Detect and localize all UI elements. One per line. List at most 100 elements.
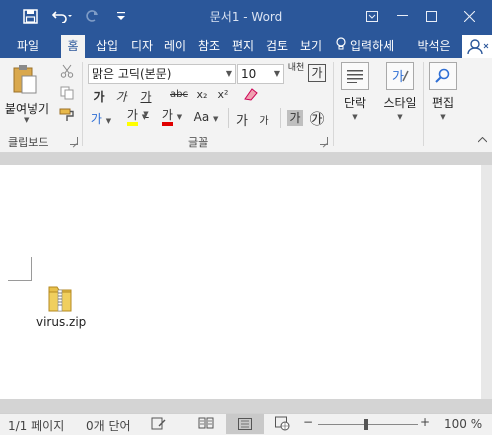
font-name-value: 맑은 고딕(본문)	[92, 67, 172, 81]
word-count[interactable]: 0개 단어	[86, 417, 131, 434]
paragraph-icon	[341, 62, 369, 90]
char-border-text: 가	[311, 66, 323, 80]
minimize-button[interactable]	[388, 4, 416, 28]
tab-review[interactable]: 검토	[262, 35, 292, 58]
zoom-slider-thumb[interactable]	[364, 419, 368, 430]
vertical-scrollbar[interactable]	[481, 165, 492, 399]
grow-font-text: 가	[236, 114, 248, 129]
clipboard-group-label: 클립보드	[8, 136, 49, 149]
clipboard-launcher-icon[interactable]	[70, 137, 78, 145]
print-layout-icon[interactable]	[226, 414, 264, 434]
file-name-label: virus.zip	[36, 315, 87, 329]
tab-view[interactable]: 보기	[296, 35, 326, 58]
tell-me-text: 입력하세	[350, 39, 395, 53]
clear-format-icon[interactable]	[242, 87, 260, 104]
italic-text: 가	[115, 90, 127, 104]
chevron-down-icon: ▼	[352, 113, 358, 121]
subscript-text: x₂	[196, 88, 208, 101]
tab-mailings[interactable]: 편지	[228, 35, 258, 58]
bold-button[interactable]: 가	[92, 88, 106, 105]
ribbon-tab-bar: 파일 홈 삽입 디자 레이 참조 편지 검토 보기 입력하세 박석은	[0, 32, 492, 58]
font-name-combo[interactable]: 맑은 고딕(본문) ▼	[88, 64, 236, 84]
cut-icon[interactable]	[58, 64, 76, 81]
maximize-button[interactable]	[417, 4, 445, 28]
enclose-char-text: ㉮	[309, 110, 325, 128]
find-icon	[429, 62, 457, 90]
font-launcher-icon[interactable]	[320, 137, 328, 145]
title-bar: 문서1 - Word	[0, 0, 492, 32]
paragraph-button[interactable]: 단락 ▼	[338, 62, 372, 121]
font-color-button[interactable]: 가 ▼	[158, 108, 186, 126]
tab-design[interactable]: 디자	[127, 35, 157, 58]
tell-me-box[interactable]: 입력하세	[336, 35, 406, 58]
highlight-text: 가	[126, 108, 138, 126]
ribbon-display-icon[interactable]	[358, 4, 386, 28]
char-border-button[interactable]: 가	[308, 64, 326, 82]
text-effect-text: 가	[90, 112, 102, 126]
tab-home[interactable]: 홈	[61, 35, 85, 58]
underline-text: 가	[140, 90, 152, 104]
paste-icon	[12, 64, 38, 97]
web-layout-icon[interactable]	[275, 416, 290, 434]
paragraph-label: 단락	[343, 96, 367, 110]
shrink-font-button[interactable]: 가	[256, 112, 272, 127]
styles-icon: 가	[386, 62, 414, 90]
grow-font-button[interactable]: 가	[234, 110, 250, 129]
superscript-text: x²	[217, 88, 229, 101]
read-mode-icon[interactable]	[198, 416, 214, 433]
styles-label: 스타일	[383, 96, 417, 110]
copy-icon[interactable]	[58, 86, 76, 103]
tab-insert[interactable]: 삽입	[92, 35, 122, 58]
editing-button[interactable]: 편집 ▼	[426, 62, 460, 121]
phonetic-guide-button[interactable]: 내천	[287, 64, 305, 73]
strikethrough-text: abc	[170, 89, 188, 100]
char-shading-button[interactable]: 가	[287, 110, 303, 126]
chevron-down-icon: ▼	[24, 116, 30, 124]
text-effect-button[interactable]: 가 ▼	[88, 110, 114, 127]
paste-button[interactable]: 붙여넣기 ▼	[4, 64, 49, 128]
user-name[interactable]: 박석은	[414, 35, 454, 58]
zoom-level[interactable]: 100 %	[444, 417, 482, 431]
highlight-button[interactable]: 가 ▼	[122, 108, 152, 126]
group-divider	[423, 62, 424, 146]
document-page[interactable]	[0, 165, 481, 399]
share-button[interactable]	[462, 35, 492, 58]
enclose-char-button[interactable]: ㉮	[307, 108, 327, 129]
shrink-font-text: 가	[259, 116, 269, 127]
chevron-down-icon: ▼	[397, 113, 403, 121]
paste-label: 붙여넣기	[4, 102, 50, 116]
change-case-text: Aa	[193, 110, 210, 124]
format-painter-icon[interactable]	[58, 108, 76, 125]
superscript-button[interactable]: x²	[214, 88, 232, 101]
close-button[interactable]	[455, 4, 483, 28]
zoom-in-button[interactable]: +	[420, 415, 430, 429]
editing-label: 편집	[431, 96, 455, 110]
page-count[interactable]: 1/1 페이지	[8, 417, 64, 434]
divider	[228, 108, 229, 128]
font-color-text: 가	[161, 108, 173, 126]
font-group-label: 글꼴	[188, 136, 209, 149]
italic-button[interactable]: 가	[114, 88, 128, 105]
group-divider	[333, 62, 334, 146]
styles-button[interactable]: 가 스타일 ▼	[378, 62, 422, 121]
chevron-down-icon: ▼	[440, 113, 446, 121]
divider	[280, 108, 281, 128]
zoom-slider[interactable]	[318, 424, 418, 425]
change-case-button[interactable]: Aa ▼	[191, 110, 221, 124]
tab-references[interactable]: 참조	[194, 35, 224, 58]
font-size-value: 10	[241, 67, 257, 81]
tab-file[interactable]: 파일	[10, 35, 46, 58]
lightbulb-icon	[336, 35, 346, 58]
zoom-out-button[interactable]: −	[303, 415, 313, 429]
font-size-combo[interactable]: 10 ▼	[237, 64, 284, 84]
collapse-ribbon-icon[interactable]	[477, 136, 488, 146]
embedded-file[interactable]: virus.zip	[36, 283, 87, 329]
strikethrough-button[interactable]: abc	[168, 89, 190, 100]
proofing-icon[interactable]	[151, 416, 166, 434]
zip-folder-icon	[36, 283, 84, 313]
subscript-button[interactable]: x₂	[193, 88, 211, 101]
status-bar: 1/1 페이지 0개 단어 − + 100 %	[0, 413, 492, 435]
tab-layout[interactable]: 레이	[160, 35, 190, 58]
ribbon: 붙여넣기 ▼ 클립보드 맑은 고딕(본문) ▼ 10 ▼ 내천 가 가 가 가 …	[0, 58, 492, 153]
chevron-down-icon: ▼	[273, 69, 280, 78]
